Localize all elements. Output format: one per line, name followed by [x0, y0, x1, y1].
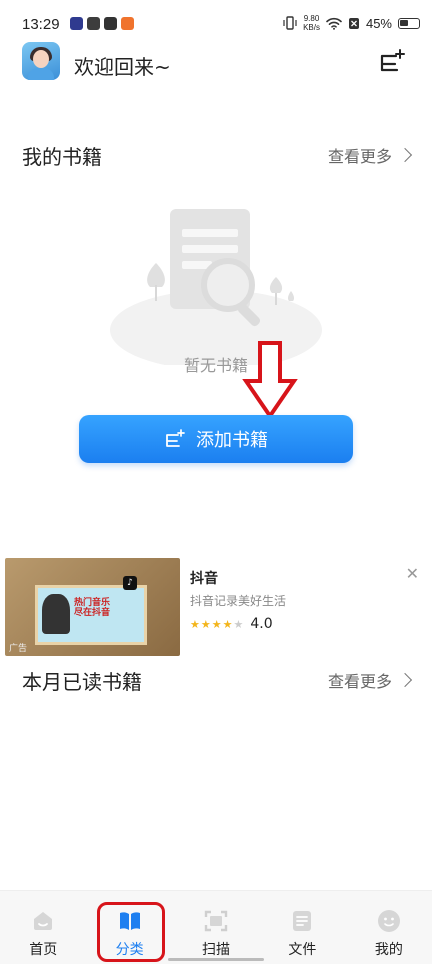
chevron-right-icon	[397, 147, 413, 163]
status-right: 9.80 KB/s 45%	[283, 14, 420, 32]
nav-label-scan: 扫描	[202, 942, 231, 958]
add-book-label: 添加书籍	[196, 430, 268, 451]
ad-title: 抖音	[190, 571, 218, 587]
star-empty-icon: ★	[233, 617, 244, 631]
add-book-button[interactable]: 添加书籍	[79, 415, 353, 463]
header: 欢迎回来~	[0, 42, 432, 86]
status-notification-icons	[70, 17, 134, 30]
monthly-books-title: 本月已读书籍	[22, 670, 142, 694]
vibrate-icon	[283, 16, 297, 30]
monthly-books-see-more[interactable]: 查看更多	[327, 668, 413, 692]
user-avatar[interactable]	[22, 42, 60, 80]
ad-banner[interactable]: 热门音乐 尽在抖音 ♪ 广告 抖音 抖音记录美好生活 ★ ★ ★ ★ ★ 4.0…	[5, 556, 427, 658]
net-speed: 9.80 KB/s	[303, 14, 320, 32]
my-books-see-more[interactable]: 查看更多	[327, 143, 413, 167]
nav-item-home[interactable]: 首页	[0, 891, 86, 964]
see-more-label: 查看更多	[327, 672, 392, 691]
notification-app-icon	[70, 17, 83, 30]
ad-poster: 热门音乐 尽在抖音	[35, 585, 147, 645]
profile-icon	[377, 910, 400, 932]
home-icon	[34, 912, 53, 930]
notification-app-icon	[104, 17, 117, 30]
notification-app-icon	[121, 17, 134, 30]
bottom-nav: 首页 分类 扫描 文件 我的	[0, 890, 432, 964]
status-time: 13:29	[22, 16, 60, 33]
home-indicator	[168, 958, 264, 961]
net-speed-unit: KB/s	[303, 23, 320, 32]
battery-percent: 45%	[365, 15, 392, 31]
empty-state-text: 暂无书籍	[183, 356, 248, 375]
my-books-title: 我的书籍	[22, 145, 102, 169]
welcome-title: 欢迎回来~	[74, 55, 171, 79]
nav-item-file[interactable]: 文件	[259, 891, 345, 964]
star-icon: ★	[200, 617, 211, 631]
scan-icon	[204, 910, 228, 932]
tiktok-logo-icon: ♪	[123, 576, 137, 590]
nav-label-file: 文件	[288, 942, 317, 958]
close-icon[interactable]: ✕	[406, 564, 419, 583]
chevron-right-icon	[397, 672, 413, 688]
star-icon: ★	[211, 617, 222, 631]
star-icon: ★	[222, 617, 233, 631]
no-sim-icon	[348, 17, 359, 29]
ad-poster-figure	[42, 594, 70, 634]
ad-poster-text: 热门音乐 尽在抖音	[74, 598, 111, 618]
battery-icon	[398, 17, 420, 29]
annotation-highlight-box	[97, 902, 165, 962]
ad-image[interactable]: 热门音乐 尽在抖音 ♪ 广告	[5, 558, 180, 656]
net-speed-value: 9.80	[303, 14, 320, 23]
add-book-icon	[166, 429, 185, 447]
nav-label-profile: 我的	[374, 942, 403, 958]
ad-rating: ★ ★ ★ ★ ★ 4.0	[190, 616, 273, 632]
annotation-arrow-down-icon	[242, 341, 298, 420]
nav-item-scan[interactable]: 扫描	[173, 891, 259, 964]
ad-badge: 广告	[9, 644, 28, 654]
ad-subtitle: 抖音记录美好生活	[190, 594, 287, 608]
notification-app-icon	[87, 17, 100, 30]
see-more-label: 查看更多	[327, 147, 392, 166]
star-icon: ★	[190, 617, 200, 631]
file-icon	[293, 911, 312, 931]
ad-rating-value: 4.0	[250, 616, 273, 632]
nav-label-home: 首页	[29, 942, 58, 958]
nav-item-profile[interactable]: 我的	[346, 891, 432, 964]
wifi-icon	[326, 17, 342, 30]
add-shelf-icon[interactable]	[378, 48, 406, 76]
